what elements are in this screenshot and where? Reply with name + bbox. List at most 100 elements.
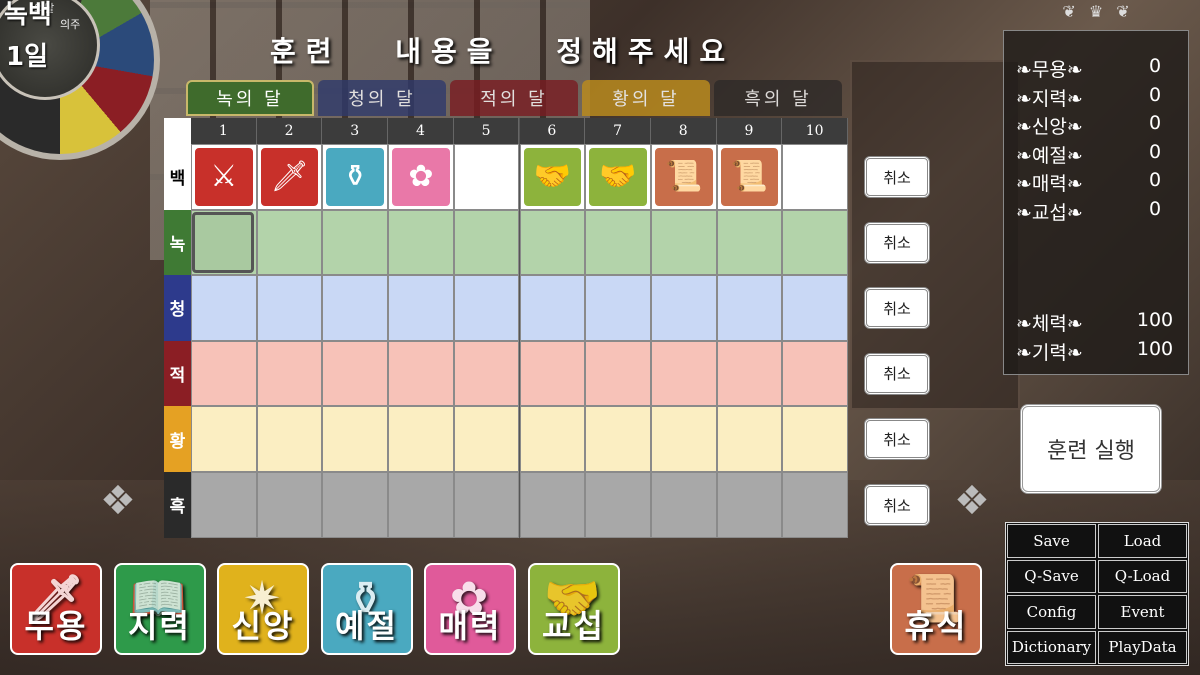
train-pitcher-button[interactable]: ⚱ 예절 (320, 563, 413, 655)
tab-blue-month[interactable]: 청의 달 (318, 80, 446, 116)
train-button-label: 지력 (128, 607, 191, 645)
schedule-cell[interactable] (519, 275, 586, 341)
schedule-cell[interactable] (191, 472, 257, 538)
cancel-row-button[interactable]: 취소 (864, 352, 930, 395)
scroll-icon[interactable]: 📜 (718, 146, 781, 208)
stat-row: ❧교섭❧ 0 (1016, 198, 1184, 226)
schedule-cell[interactable] (191, 275, 257, 341)
train-sword-button[interactable]: 🗡 무용 (10, 563, 102, 655)
schedule-cell[interactable] (716, 340, 783, 407)
row-label: 백 (164, 144, 191, 210)
cancel-row-button[interactable]: 취소 (864, 484, 930, 526)
schedule-cell[interactable] (322, 209, 389, 276)
cancel-row-button[interactable]: 취소 (864, 418, 930, 461)
scroll-right-ornament-icon: ❖ (954, 478, 990, 524)
schedule-cell[interactable] (782, 275, 848, 341)
schedule-cell[interactable] (519, 472, 586, 538)
train-book-button[interactable]: 📖 지력 (113, 563, 206, 655)
schedule-cell[interactable] (782, 340, 848, 407)
schedule-cell[interactable] (256, 406, 323, 472)
train-sun-button[interactable]: ✷ 신앙 (217, 563, 309, 655)
row-label: 적 (164, 340, 191, 407)
menu-config-button[interactable]: Config (1007, 595, 1096, 629)
schedule-cell[interactable] (453, 472, 520, 538)
train-button-label: 무용 (24, 607, 88, 645)
schedule-cell[interactable] (256, 340, 323, 407)
schedule-cell[interactable] (453, 275, 520, 341)
stat-value: 0 (1148, 197, 1162, 220)
flower-icon[interactable]: ✿ (390, 146, 452, 208)
menu-event-button[interactable]: Event (1098, 595, 1187, 629)
handshake-icon[interactable]: 🤝 (521, 146, 584, 208)
scroll-icon[interactable]: 📜 (652, 146, 715, 208)
tab-red-month[interactable]: 적의 달 (450, 80, 578, 116)
schedule-cell[interactable] (650, 209, 717, 276)
schedule-cell[interactable] (519, 209, 586, 276)
schedule-cell[interactable] (782, 144, 848, 210)
schedule-cell[interactable] (453, 406, 520, 472)
menu-q-save-button[interactable]: Q-Save (1007, 559, 1096, 593)
column-header: 4 (388, 118, 454, 144)
handshake-icon[interactable]: 🤝 (587, 146, 649, 208)
menu-save-button[interactable]: Save (1007, 524, 1096, 558)
schedule-cell[interactable] (782, 472, 848, 538)
schedule-cell[interactable] (519, 406, 586, 472)
schedule-cell[interactable] (585, 340, 651, 407)
schedule-cell[interactable] (388, 209, 454, 276)
tab-green-month[interactable]: 녹의 달 (186, 80, 314, 116)
schedule-cell[interactable] (388, 472, 454, 538)
schedule-cell[interactable] (453, 209, 520, 276)
schedule-cell[interactable] (716, 275, 783, 341)
cancel-row-button[interactable]: 취소 (864, 221, 930, 264)
schedule-cell[interactable] (388, 275, 454, 341)
schedule-cell[interactable] (388, 340, 454, 407)
rest-button-label: 휴식 (904, 607, 968, 645)
schedule-cell[interactable] (585, 209, 651, 276)
menu-playdata-button[interactable]: PlayData (1098, 630, 1187, 664)
schedule-cell[interactable] (585, 275, 651, 341)
train-handshake-button[interactable]: 🤝 교섭 (527, 563, 620, 655)
stat-value: 0 (1148, 83, 1162, 106)
tab-yellow-month[interactable]: 황의 달 (582, 80, 710, 116)
schedule-cell[interactable] (256, 275, 323, 341)
run-training-button[interactable]: 훈련 실행 (1020, 404, 1162, 494)
pitcher-icon[interactable]: ⚱ (324, 146, 387, 208)
schedule-cell[interactable] (716, 472, 783, 538)
column-header: 9 (716, 118, 783, 144)
calendar-month-week: 녹백 (4, 0, 52, 30)
schedule-cell[interactable] (519, 340, 586, 407)
cancel-row-button[interactable]: 취소 (864, 156, 930, 198)
schedule-cell[interactable] (322, 472, 389, 538)
menu-load-button[interactable]: Load (1098, 524, 1187, 558)
train-flower-button[interactable]: ✿ 매력 (424, 563, 516, 655)
schedule-cell[interactable] (782, 406, 848, 472)
schedule-cell[interactable] (191, 340, 257, 407)
rest-button[interactable]: 📜 휴식 (890, 563, 982, 655)
schedule-cell[interactable] (453, 340, 520, 407)
sword-icon[interactable]: 🗡 (258, 146, 321, 208)
menu-q-load-button[interactable]: Q-Load (1098, 559, 1187, 593)
schedule-cell[interactable] (650, 275, 717, 341)
schedule-cell[interactable] (716, 406, 783, 472)
menu-dictionary-button[interactable]: Dictionary (1007, 630, 1096, 664)
schedule-cell[interactable] (388, 406, 454, 472)
schedule-cell[interactable] (256, 209, 323, 276)
schedule-cell[interactable] (650, 472, 717, 538)
schedule-cell[interactable] (585, 406, 651, 472)
sword-crown-icon[interactable]: ⚔ (193, 146, 255, 208)
schedule-cell[interactable] (453, 144, 520, 210)
train-button-label: 교섭 (542, 607, 605, 645)
schedule-cell[interactable] (191, 406, 257, 472)
schedule-cell[interactable] (322, 275, 389, 341)
schedule-cell[interactable] (650, 406, 717, 472)
cancel-row-button[interactable]: 취소 (864, 287, 930, 330)
schedule-cell[interactable] (585, 472, 651, 538)
schedule-cell[interactable] (256, 472, 323, 538)
schedule-cell[interactable] (322, 406, 389, 472)
schedule-cell[interactable] (322, 340, 389, 407)
schedule-cell[interactable] (782, 209, 848, 276)
schedule-cell[interactable] (650, 340, 717, 407)
tab-black-month[interactable]: 흑의 달 (714, 80, 842, 116)
selection-cursor[interactable] (192, 211, 254, 274)
schedule-cell[interactable] (716, 209, 783, 276)
